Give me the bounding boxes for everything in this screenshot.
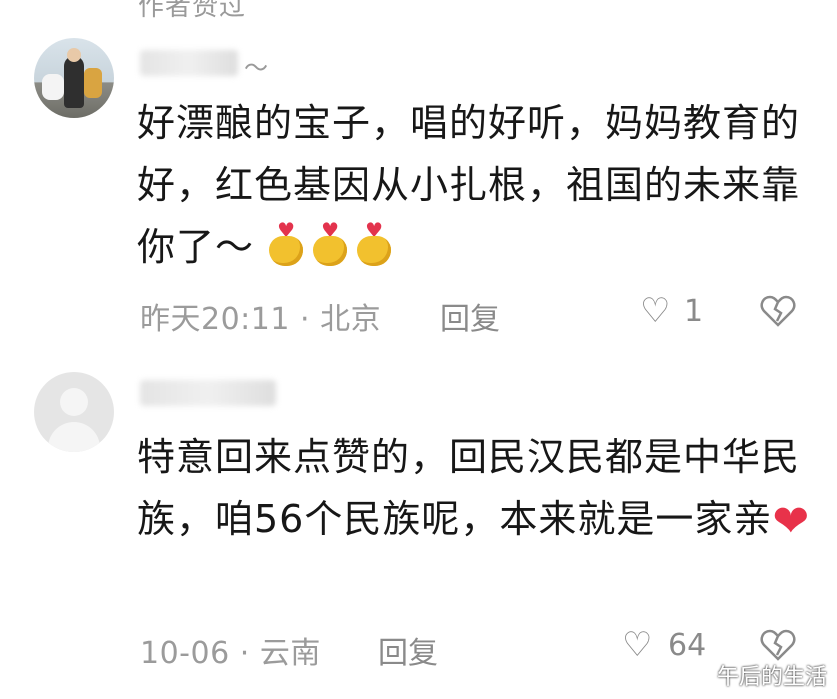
like-count: 1 [684,294,704,329]
avatar-detail [67,48,81,62]
avatar-placeholder [60,388,88,416]
heart-outline-icon[interactable]: ♡ [622,628,652,662]
avatar[interactable] [34,372,114,452]
heart-outline-icon[interactable]: ♡ [640,294,670,328]
author-liked-label: 作者赞过 [138,0,247,22]
reply-button[interactable]: 回复 [440,294,500,338]
comment-time: 昨天20:11 [140,302,290,337]
comment-location: 云南 [259,636,321,671]
meta-separator: · [300,302,311,337]
comment-meta: 10-06 · 云南 [140,628,321,672]
broken-heart-icon [760,295,796,327]
watermark: 午后的生活 [716,665,827,690]
avatar-detail [42,74,64,100]
avatar-detail [84,68,102,98]
comment-time: 10-06 [140,636,230,671]
meta-separator: · [239,636,250,671]
broken-heart-icon [760,629,796,661]
heart-hands-emoji: ♥ [267,220,305,266]
comment-meta: 昨天20:11 · 北京 [140,294,381,338]
heart-hands-emoji: ♥ [355,220,393,266]
like-count: 64 [668,628,707,663]
username-suffix: ～ [244,54,268,82]
username-blurred[interactable] [140,380,276,406]
avatar-detail [64,56,84,108]
avatar[interactable] [34,38,114,118]
comment-text: 特意回来点赞的，回民汉民都是中华民族，咱56个民族呢，本来就是一家亲❤ [137,426,817,550]
comment-body: 特意回来点赞的，回民汉民都是中华民族，咱56个民族呢，本来就是一家亲 [137,435,801,541]
comment-body: 好漂酿的宝子，唱的好听，妈妈教育的好，红色基因从小扎根，祖国的未来靠你了～ [137,101,801,269]
red-heart-emoji: ❤ [772,496,811,547]
heart-hands-emoji: ♥ [311,220,349,266]
reply-button[interactable]: 回复 [378,628,438,672]
broken-heart-icon[interactable] [760,294,796,334]
username-blurred[interactable] [140,50,238,76]
comment-location: 北京 [320,302,382,337]
comment-text: 好漂酿的宝子，唱的好听，妈妈教育的好，红色基因从小扎根，祖国的未来靠你了～ ♥ ♥… [137,92,817,278]
avatar-placeholder [48,422,100,452]
